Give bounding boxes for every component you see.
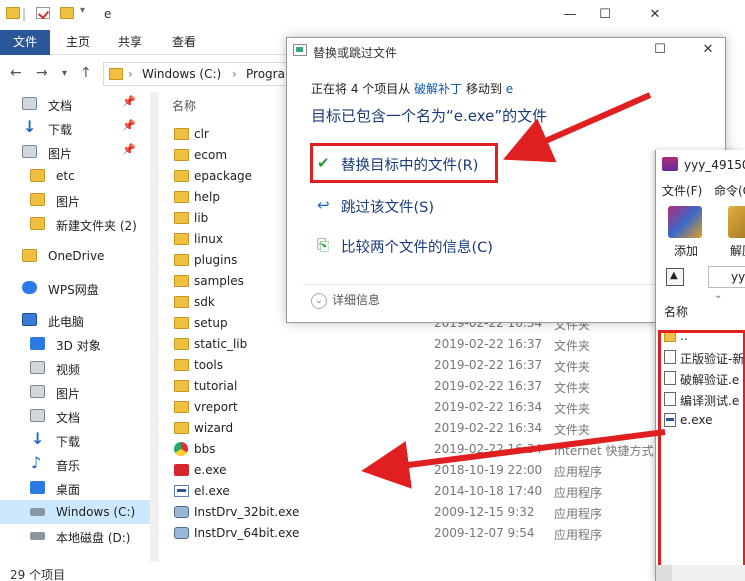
annotation-arrows bbox=[361, 92, 666, 489]
arrow-to-e-exe bbox=[361, 429, 666, 489]
arrow-to-replace-option bbox=[503, 92, 652, 163]
